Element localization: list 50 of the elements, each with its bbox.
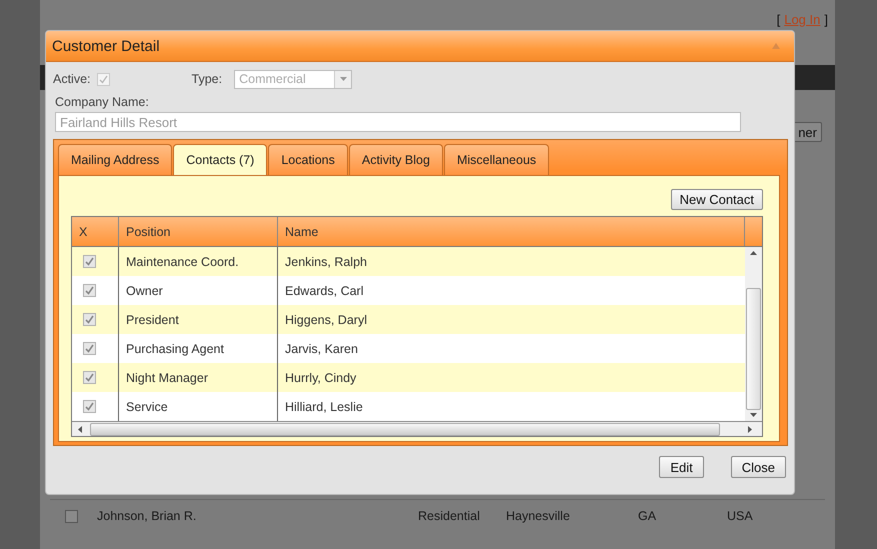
table-cell: Night Manager	[126, 370, 208, 384]
table-cell: Hilliard, Leslie	[285, 400, 363, 414]
column-header[interactable]: Position	[119, 217, 278, 246]
checkbox[interactable]	[83, 371, 96, 384]
field-label: Active:	[53, 72, 91, 86]
tab[interactable]: Miscellaneous	[444, 144, 550, 175]
table-cell: Jenkins, Ralph	[285, 254, 367, 268]
field-label: Company Name:	[55, 95, 150, 109]
table-cell-text: Haynesville	[506, 509, 571, 523]
scroll-up-arrow-icon[interactable]	[750, 251, 757, 255]
table-cell: Purchasing Agent	[126, 342, 224, 356]
table-cell: Edwards, Carl	[285, 284, 364, 298]
column-header[interactable]: Name	[278, 217, 745, 246]
checkbox[interactable]	[83, 255, 96, 268]
table-cell-text: Johnson, Brian R.	[97, 509, 198, 523]
checkbox[interactable]	[83, 342, 96, 355]
collapse-icon[interactable]	[772, 43, 780, 49]
table-cell: Owner	[126, 284, 163, 298]
checkbox[interactable]	[83, 284, 96, 297]
scroll-down-arrow-icon[interactable]	[750, 413, 757, 417]
field-label: Type:	[192, 72, 222, 86]
dialog-button[interactable]: Close	[730, 456, 786, 478]
table-cell: Jarvis, Karen	[285, 342, 358, 356]
checkbox[interactable]	[65, 510, 78, 522]
bracket-text: [	[776, 12, 780, 26]
table-cell-text: GA	[638, 509, 658, 523]
column-header[interactable]: X	[72, 217, 119, 246]
table-cell: Higgens, Daryl	[285, 312, 367, 326]
table-cell: USA	[727, 509, 753, 523]
checkbox[interactable]	[83, 313, 96, 326]
caret-icon	[340, 77, 347, 81]
dialog-button[interactable]: Edit	[659, 456, 704, 478]
scroll-left-arrow-icon[interactable]	[78, 426, 82, 432]
table-cell: Service	[126, 400, 168, 414]
tab[interactable]: Mailing Address	[58, 144, 172, 175]
tab[interactable]: Activity Blog	[348, 144, 443, 175]
tab[interactable]: Locations	[268, 144, 348, 175]
table-cell: President	[126, 312, 179, 326]
scroll-right-arrow-icon[interactable]	[748, 426, 752, 432]
table-cell: Hurrly, Cindy	[285, 370, 356, 384]
vertical-scrollbar[interactable]	[745, 247, 762, 421]
table-cell: Maintenance Coord.	[126, 254, 239, 268]
horizontal-scrollbar[interactable]	[72, 421, 762, 436]
new-contact-button[interactable]: New Contact	[670, 189, 763, 210]
window-title: Customer Detail	[52, 38, 160, 54]
bracket-text: ]	[824, 12, 828, 26]
page-button[interactable]: ner	[793, 122, 822, 142]
table-cell-text: Residential	[418, 509, 481, 523]
tab[interactable]: Contacts (7)	[173, 144, 268, 175]
checkbox[interactable]	[83, 400, 96, 413]
